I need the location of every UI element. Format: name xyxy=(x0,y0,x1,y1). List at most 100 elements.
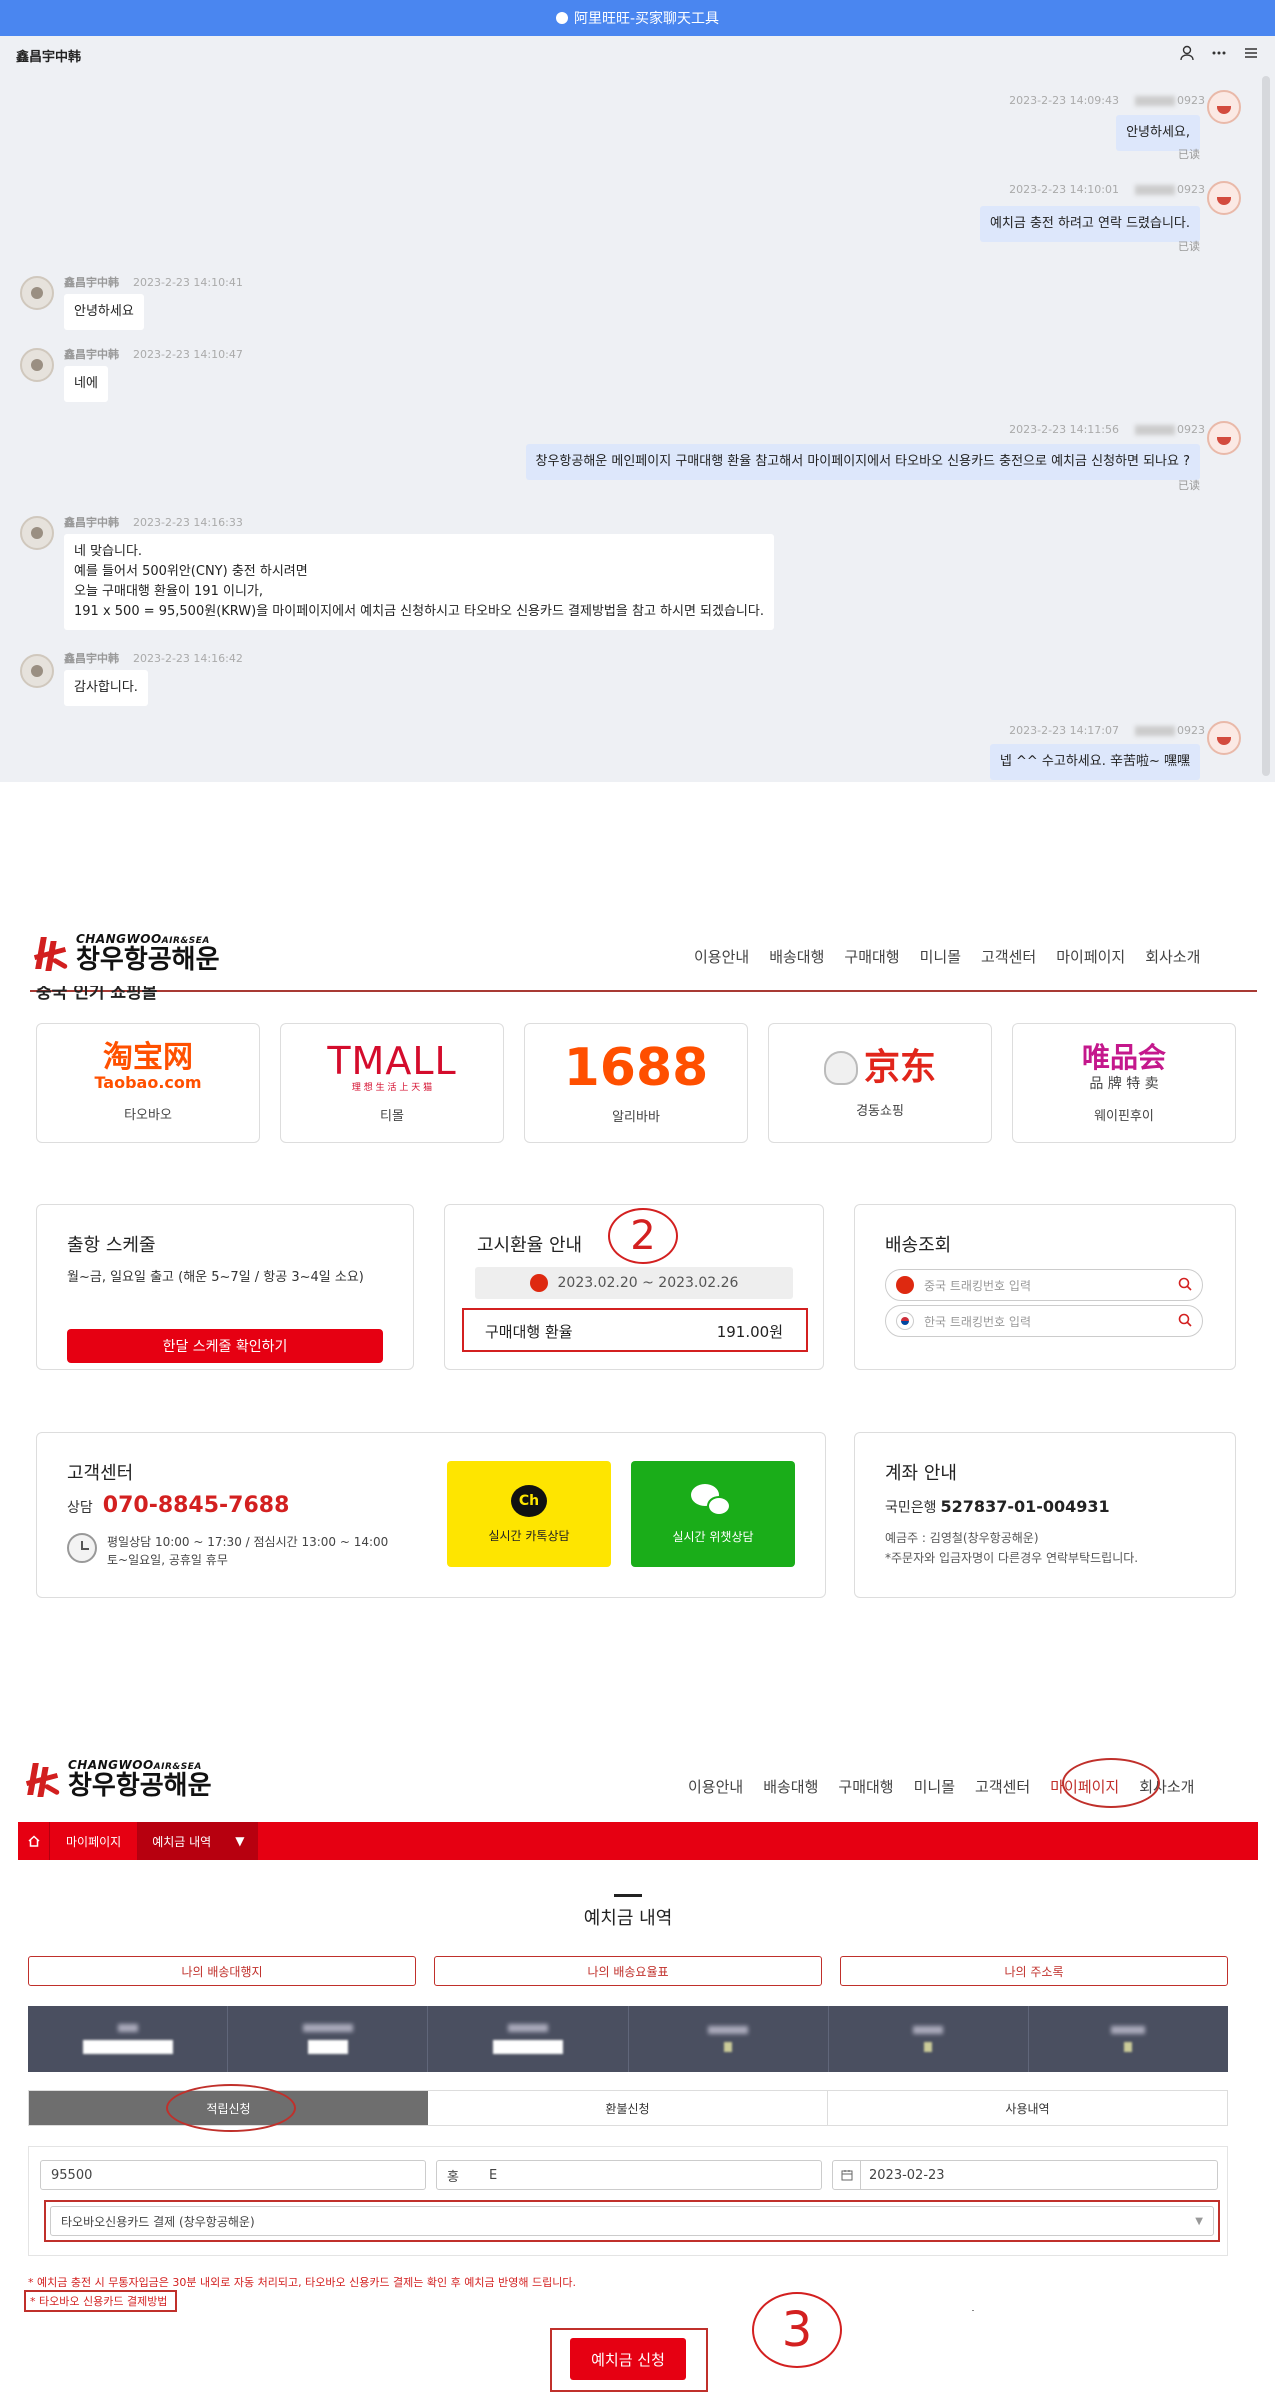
summary-cell xyxy=(428,2006,629,2072)
breadcrumb-bar: 마이페이지 예치금 내역 ▼ xyxy=(18,1822,1258,1860)
account-bank: 국민은행 xyxy=(885,1500,937,1516)
shop-card-vip[interactable]: 唯品会 品 牌 特 卖 웨이핀후이 xyxy=(1012,1023,1236,1143)
logo-text-ko: 창우항공해운 xyxy=(68,1771,212,1801)
date-input[interactable]: 2023-02-23 xyxy=(832,2160,1218,2190)
header-divider xyxy=(30,990,1257,992)
cs-phone[interactable]: 070-8845-7688 xyxy=(103,1493,290,1518)
home-icon[interactable] xyxy=(18,1822,50,1860)
link-my-rates[interactable]: 나의 배송요율표 xyxy=(434,1956,822,1986)
tiny-dot xyxy=(972,2310,974,2311)
payment-method-highlight xyxy=(44,2200,1220,2242)
contact-avatar xyxy=(20,348,54,382)
more-icon[interactable] xyxy=(1211,45,1227,65)
chat-bubble[interactable]: 네 맞습니다. 예를 들어서 500위안(CNY) 충전 하시려면 오늘 구매대… xyxy=(64,534,774,630)
rate-period: 2023.02.20 ~ 2023.02.26 xyxy=(557,1275,739,1291)
nav-item[interactable]: 이용안내 xyxy=(694,946,749,967)
nav-item[interactable]: 구매대행 xyxy=(838,1776,893,1797)
shop-card-jd[interactable]: 京东 경동쇼핑 xyxy=(768,1023,992,1143)
chat-bubble[interactable]: 네에 xyxy=(64,366,108,402)
shop-label: 알리바바 xyxy=(612,1109,660,1125)
shop-card-1688[interactable]: 1688 알리바바 xyxy=(524,1023,748,1143)
shop-label: 경동쇼핑 xyxy=(856,1103,904,1119)
nav-item[interactable]: 배송대행 xyxy=(769,946,824,967)
my-avatar xyxy=(1207,90,1241,124)
shop-card-taobao[interactable]: 淘宝网 Taobao.com 타오바오 xyxy=(36,1023,260,1143)
china-flag-icon xyxy=(529,1274,548,1292)
1688-logo: 1688 xyxy=(563,1037,709,1098)
china-flag-icon xyxy=(896,1276,914,1294)
nav-item[interactable]: 회사소개 xyxy=(1145,946,1200,967)
depositor-prefix: 홍 xyxy=(447,2169,459,2185)
cn-tracking-input[interactable]: 중국 트래킹번호 입력 xyxy=(885,1269,1203,1301)
summary-cell xyxy=(28,2006,229,2072)
link-my-address[interactable]: 나의 배송대행지 xyxy=(28,1956,416,1986)
tab-usage-history[interactable]: 사용내역 xyxy=(828,2091,1227,2125)
tmall-logo: TMALL xyxy=(327,1039,457,1083)
logo-text-en: CHANGWOO xyxy=(76,932,162,946)
account-card: 계좌 안내 국민은행 527837-01-004931 예금주 : 김영철(창우… xyxy=(854,1432,1236,1598)
summary-cell xyxy=(629,2006,829,2072)
tab-refund-request[interactable]: 환불신청 xyxy=(428,2091,828,2125)
breadcrumb-deposit[interactable]: 예치금 내역 ▼ xyxy=(138,1822,259,1860)
jd-logo: 京东 xyxy=(863,1046,936,1088)
read-status: 已读 xyxy=(1178,240,1200,253)
chat-scrollbar[interactable] xyxy=(1262,76,1270,776)
kakao-channel-icon: Ch xyxy=(511,1484,547,1517)
link-my-addressbook[interactable]: 나의 주소록 xyxy=(840,1956,1228,1986)
annotation-3: 3 xyxy=(752,2292,842,2368)
chat-message: 鑫昌宇中韩 2023-2-23 14:10:47 xyxy=(64,348,243,361)
calendar-icon[interactable] xyxy=(833,2161,861,2189)
depositor-input[interactable]: 홍 E xyxy=(436,2160,822,2190)
deposit-submit-button[interactable]: 예치금 신청 xyxy=(570,2338,686,2380)
chat-bubble[interactable]: 안녕하세요 xyxy=(64,294,144,330)
nav-item[interactable]: 고객센터 xyxy=(981,946,1036,967)
card-payment-guide-link[interactable]: * 타오바오 신용카드 결제방법 xyxy=(24,2290,178,2312)
dropdown-caret-icon: ▼ xyxy=(235,1834,245,1848)
nav-item[interactable]: 이용안내 xyxy=(688,1776,743,1797)
taobao-logo: 淘宝网 xyxy=(102,1040,193,1075)
contact-name: 鑫昌宇中韩 xyxy=(16,49,82,65)
contact-avatar xyxy=(20,654,54,688)
rate-title: 고시환율 안내 xyxy=(477,1235,583,1256)
amount-input[interactable]: 95500 xyxy=(40,2160,426,2190)
cs-phone-label: 상담 xyxy=(67,1500,93,1516)
page-title: 예치금 내역 xyxy=(583,1908,673,1929)
search-icon[interactable] xyxy=(1178,1277,1192,1294)
kr-tracking-input[interactable]: 한국 트래킹번호 입력 xyxy=(885,1305,1203,1337)
nav-item[interactable]: 미니몰 xyxy=(920,946,961,967)
title-accent xyxy=(614,1894,642,1897)
wechat-chat-button[interactable]: 실시간 위챗상담 xyxy=(631,1461,795,1567)
chat-bubble[interactable]: 감사합니다. xyxy=(64,670,148,706)
read-status: 已读 xyxy=(1178,148,1200,161)
nav-item[interactable]: 고객센터 xyxy=(975,1776,1030,1797)
contact-avatar xyxy=(20,516,54,550)
chat-message: 2023-2-23 14:17:07 0923 xyxy=(1009,724,1205,737)
account-title: 계좌 안내 xyxy=(885,1463,957,1484)
nav-item[interactable]: 마이페이지 xyxy=(1056,946,1125,967)
nav-item[interactable]: 배송대행 xyxy=(763,1776,818,1797)
search-icon[interactable] xyxy=(1178,1313,1192,1330)
logo-mark-icon xyxy=(33,933,70,973)
kakao-chat-button[interactable]: Ch 실시간 카톡상담 xyxy=(447,1461,611,1567)
user-icon[interactable] xyxy=(1179,45,1195,65)
cs-hours-2: 토~일요일, 공휴일 휴무 xyxy=(107,1553,228,1567)
chat-message: 鑫昌宇中韩 2023-2-23 14:16:42 xyxy=(64,652,243,665)
summary-cell xyxy=(1029,2006,1228,2072)
shop-card-tmall[interactable]: TMALL 理 想 生 活 上 天 猫 티몰 xyxy=(280,1023,504,1143)
deposit-summary-bar xyxy=(28,2006,1228,2072)
chat-bubble[interactable]: 넵 ^^ 수고하세요. 辛苦啦~ 嘿嘿 xyxy=(989,744,1200,780)
logo-mark-icon xyxy=(25,1759,62,1799)
nav-item[interactable]: 구매대행 xyxy=(844,946,899,967)
kakao-chat-label: 실시간 카톡상담 xyxy=(488,1528,570,1543)
schedule-button[interactable]: 한달 스케줄 확인하기 xyxy=(67,1329,383,1363)
breadcrumb-mypage[interactable]: 마이페이지 xyxy=(50,1822,139,1860)
taobao-logo-sub: Taobao.com xyxy=(94,1073,202,1092)
cs-hours-1: 평일상담 10:00 ~ 17:30 / 점심시간 13:00 ~ 14:00 xyxy=(107,1535,389,1549)
site-logo[interactable]: CHANGWOOAIR&SEA 창우항공해운 xyxy=(25,1758,212,1801)
list-icon[interactable] xyxy=(1243,45,1259,65)
chat-bubble[interactable]: 창우항공해운 메인페이지 구매대행 환율 참고해서 마이페이지에서 타오바오 신… xyxy=(525,444,1200,480)
cn-tracking-placeholder: 중국 트래킹번호 입력 xyxy=(924,1278,1031,1293)
site-logo[interactable]: CHANGWOOAIR&SEA 창우항공해운 xyxy=(33,932,220,974)
chat-bubble[interactable]: 예치금 충전 하려고 연락 드렸습니다. xyxy=(979,206,1200,242)
nav-item[interactable]: 미니몰 xyxy=(914,1776,955,1797)
